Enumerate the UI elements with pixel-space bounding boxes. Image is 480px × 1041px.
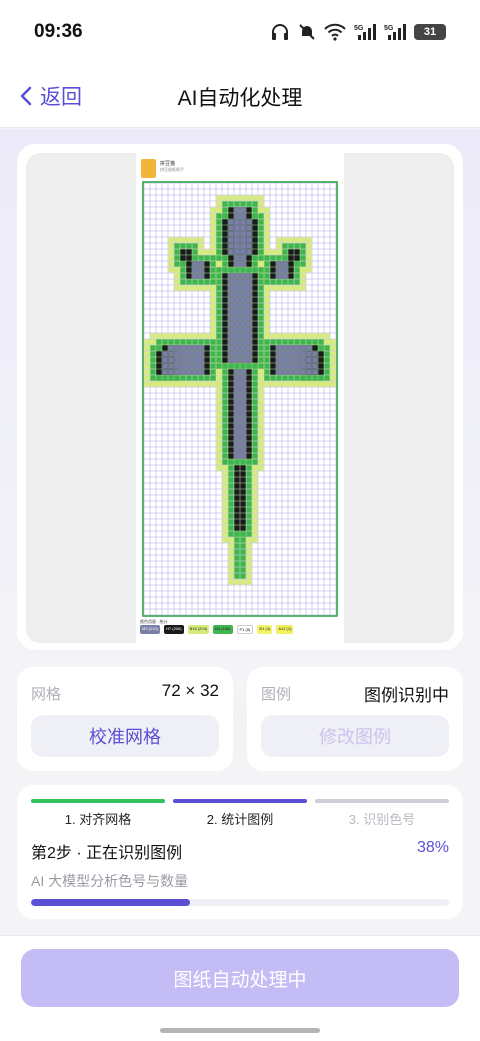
svg-text:5G: 5G: [384, 25, 394, 32]
step-bar-2: [173, 799, 307, 803]
legend-chip: B4 (186): [213, 625, 233, 634]
legend-label: 图例: [261, 686, 292, 703]
progress-fill: [31, 899, 190, 906]
headphones-icon: [272, 24, 288, 40]
pattern-image-card: 拼豆猫 拼豆图纸助手 颜色用量 · 统计 M3 (210) H7 (206) B16…: [17, 144, 463, 650]
edit-legend-button[interactable]: 修改图例: [261, 715, 449, 757]
legend-chip: A12 (1): [276, 625, 294, 634]
step-bar-3: [315, 799, 449, 803]
page-title: AI自动化处理: [177, 87, 303, 110]
legend-status: 图例识别中: [364, 686, 449, 705]
grid-card: 网格 72 × 32 校准网格: [17, 667, 233, 771]
step-label-3: 3. 识别色号: [348, 812, 416, 827]
battery-icon: 31: [414, 24, 446, 40]
legend-chip: B16 (204): [187, 625, 210, 634]
step-percent: 38%: [416, 839, 449, 856]
grid-label: 网格: [31, 686, 62, 703]
progress-track: [31, 899, 449, 906]
wifi-icon: [324, 23, 346, 41]
legend-chip: M3 (210): [140, 625, 161, 634]
step-bar-1: [31, 799, 165, 803]
signal-5g-icon: 5G: [354, 24, 376, 40]
content-area: 拼豆猫 拼豆图纸助手 颜色用量 · 统计 M3 (210) H7 (206) B16…: [0, 129, 480, 935]
svg-text:5G: 5G: [354, 25, 364, 32]
legend-chip: B1 (3): [257, 625, 273, 634]
legend-chip: H7 (206): [164, 625, 184, 634]
step-label-1: 1. 对齐网格: [64, 812, 132, 827]
legend-card: 图例 图例识别中 修改图例: [247, 667, 463, 771]
step-description: AI 大模型分析色号与数量: [31, 873, 189, 889]
pattern-image[interactable]: 拼豆猫 拼豆图纸助手 颜色用量 · 统计 M3 (210) H7 (206) B16…: [26, 153, 454, 643]
status-time: 09:36: [34, 21, 83, 42]
progress-card: 1. 对齐网格 2. 统计图例 3. 识别色号 第2步 · 正在识别图例 38%…: [17, 785, 463, 919]
step-title: 第2步 · 正在识别图例: [31, 845, 183, 862]
step-label-2: 2. 统计图例: [206, 812, 274, 827]
legend-row: M3 (210) H7 (206) B16 (204) B4 (186) P1 (8) B…: [140, 625, 294, 634]
signal-5g-icon-2: 5G: [384, 24, 406, 40]
grid-value: 72 × 32: [161, 681, 219, 700]
mute-bell-icon: [299, 24, 315, 40]
auto-process-button[interactable]: 图纸自动处理中: [21, 949, 459, 1007]
bottom-bar: 图纸自动处理中: [0, 935, 480, 1041]
bead-grid: [142, 181, 338, 617]
home-indicator: [160, 1028, 320, 1033]
pattern-sheet: 拼豆猫 拼豆图纸助手 颜色用量 · 统计 M3 (210) H7 (206) B16…: [136, 153, 344, 643]
header: 返回 AI自动化处理: [0, 64, 480, 128]
legend-chip: P1 (8): [236, 625, 254, 634]
status-bar: 09:36 5G 5G 31: [0, 0, 480, 64]
calibrate-grid-button[interactable]: 校准网格: [31, 715, 219, 757]
status-icons: 5G 5G 31: [270, 23, 446, 41]
